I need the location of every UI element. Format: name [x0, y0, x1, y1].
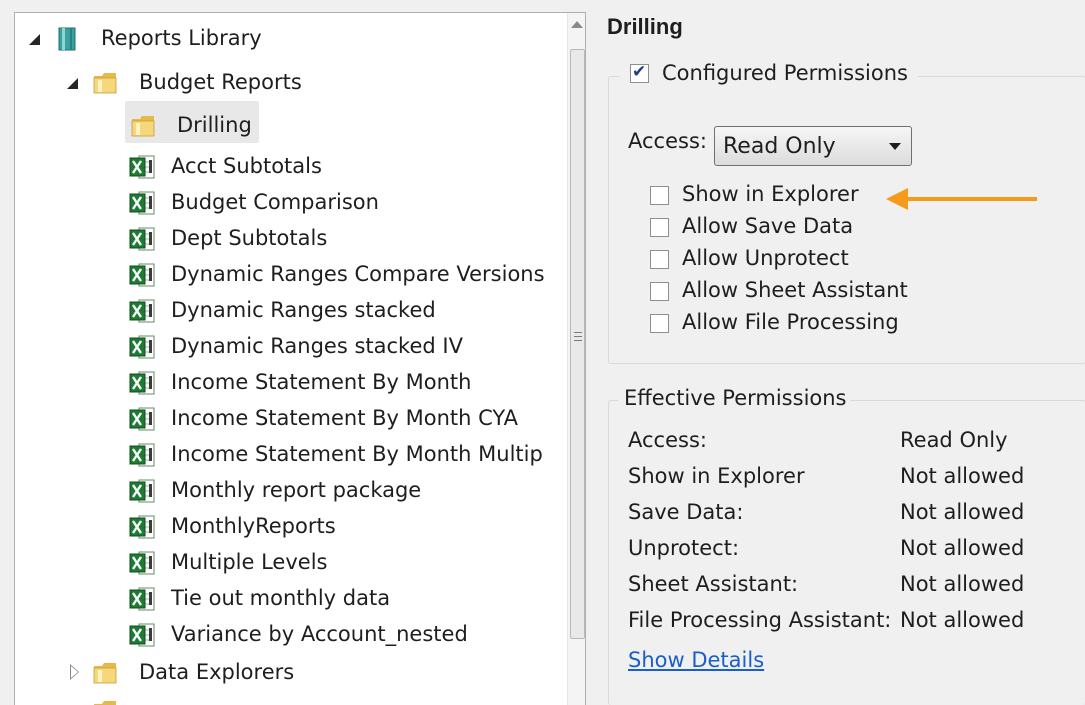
tree-node-budget-reports[interactable]: Budget Reports: [15, 67, 565, 99]
effective-permission-value: Not allowed: [900, 572, 1025, 596]
tree-node-report[interactable]: MonthlyReports: [15, 511, 565, 543]
library-book-icon: [58, 27, 76, 51]
tree-node-label: Data Explorers: [139, 660, 295, 684]
tree-node-label: Budget Comparison: [171, 190, 379, 214]
tree-node-label: Drilling: [177, 113, 252, 137]
permission-option-label: Allow File Processing: [682, 310, 899, 334]
folder-icon: [131, 116, 155, 137]
tree-node-label: Monthly report package: [171, 478, 422, 502]
effective-permission-key: Sheet Assistant:: [628, 572, 799, 596]
permission-option-label: Allow Save Data: [682, 214, 854, 238]
effective-permission-key: Save Data:: [628, 500, 744, 524]
tree-node-label: Acct Subtotals: [171, 154, 322, 178]
configured-permissions-checkbox[interactable]: [630, 62, 649, 83]
annotation-arrow-shaft: [905, 197, 1037, 201]
scroll-up-arrow-icon[interactable]: [571, 21, 583, 28]
tree-node-label: Income Statement By Month: [171, 370, 472, 394]
tree-node-report[interactable]: Tie out monthly data: [15, 583, 565, 615]
tree-node-report[interactable]: Acct Subtotals: [15, 151, 565, 183]
tree-node-report[interactable]: Variance by Account_nested: [15, 619, 565, 651]
tree-node-report[interactable]: Income Statement By Month: [15, 367, 565, 399]
annotation-arrow-icon: [886, 188, 908, 210]
tree-node-label: Dept Subtotals: [171, 226, 328, 250]
tree-node-drilling[interactable]: Drilling: [15, 110, 565, 142]
tree-node-label: Income Statement By Month Multip: [171, 442, 543, 466]
excel-workbook-icon: [129, 515, 155, 539]
excel-workbook-icon: [129, 191, 155, 215]
permission-option-checkbox[interactable]: [650, 282, 669, 301]
effective-permission-value: Read Only: [900, 428, 1008, 452]
permission-option-checkbox[interactable]: [650, 186, 669, 205]
effective-permission-key: Show in Explorer: [628, 464, 805, 488]
access-label: Access:: [628, 129, 707, 153]
excel-workbook-icon: [129, 479, 155, 503]
effective-permission-key: File Processing Assistant:: [628, 608, 892, 632]
effective-permission-key: Unprotect:: [628, 536, 740, 560]
folder-icon: [93, 663, 117, 684]
excel-workbook-icon: [129, 623, 155, 647]
collapse-triangle-icon[interactable]: [27, 32, 41, 46]
tree-node-report[interactable]: Multiple Levels: [15, 547, 565, 579]
tree-node-label: Tie out monthly data: [171, 586, 391, 610]
tree-node-report[interactable]: Dept Subtotals: [15, 223, 565, 255]
excel-workbook-icon: [129, 551, 155, 575]
tree-node-label: Dynamic Ranges stacked: [171, 298, 436, 322]
permission-option-checkbox[interactable]: [650, 314, 669, 333]
access-dropdown[interactable]: Read Only: [714, 126, 912, 166]
folder-icon: [93, 73, 117, 94]
tree-node-label: MonthlyReports: [171, 514, 336, 538]
configured-permissions-label: Configured Permissions: [662, 61, 908, 85]
permission-option-label: Allow Unprotect: [682, 246, 849, 270]
expand-triangle-icon[interactable]: [67, 664, 81, 680]
tree-node-report[interactable]: Budget Comparison: [15, 187, 565, 219]
grip-line: [574, 336, 582, 337]
tree-scrollbar[interactable]: [567, 13, 585, 705]
reports-tree-panel: Reports Library Budget Reports Drilling …: [14, 12, 586, 705]
tree-node-reports-library[interactable]: Reports Library: [15, 23, 565, 55]
excel-workbook-icon: [129, 299, 155, 323]
excel-workbook-icon: [129, 371, 155, 395]
details-title: Drilling: [607, 14, 683, 39]
tree-node-data-explorers[interactable]: Data Explorers: [15, 657, 565, 689]
effective-permission-value: Not allowed: [900, 608, 1025, 632]
access-dropdown-value: Read Only: [723, 134, 836, 159]
show-details-link[interactable]: Show Details: [628, 648, 764, 672]
tree-node-report[interactable]: Dynamic Ranges Compare Versions: [15, 259, 565, 291]
tree-node-report[interactable]: Income Statement By Month CYA: [15, 403, 565, 435]
permission-option-checkbox[interactable]: [650, 250, 669, 269]
tree-node-label: Variance by Account_nested: [171, 622, 468, 646]
tree-node-label: Multiple Levels: [171, 550, 328, 574]
excel-workbook-icon: [129, 227, 155, 251]
tree-node-label: Reports Library: [101, 26, 262, 50]
excel-workbook-icon: [129, 335, 155, 359]
excel-workbook-icon: [129, 155, 155, 179]
tree-node-label: Income Statement By Month CYA: [171, 406, 518, 430]
grip-line: [574, 332, 582, 333]
permission-option-label: Allow Sheet Assistant: [682, 278, 908, 302]
tree-node-report[interactable]: Monthly report package: [15, 475, 565, 507]
permission-option-checkbox[interactable]: [650, 218, 669, 237]
effective-permission-value: Not allowed: [900, 500, 1025, 524]
excel-workbook-icon: [129, 443, 155, 467]
excel-workbook-icon: [129, 263, 155, 287]
collapse-triangle-icon[interactable]: [65, 76, 79, 90]
tree-node-label: Budget Reports: [139, 70, 302, 94]
excel-workbook-icon: [129, 407, 155, 431]
scroll-thumb[interactable]: [570, 49, 585, 639]
effective-permission-key: Access:: [628, 428, 707, 452]
tree-node-report[interactable]: Dynamic Ranges stacked IV: [15, 331, 565, 363]
permission-option-label: Show in Explorer: [682, 182, 859, 206]
dropdown-arrow-icon: [889, 143, 901, 150]
effective-permission-value: Not allowed: [900, 464, 1025, 488]
tree-node-label: Dynamic Ranges Compare Versions: [171, 262, 545, 286]
tree-node-label: Dynamic Ranges stacked IV: [171, 334, 463, 358]
grip-line: [574, 340, 582, 341]
tree-node-report[interactable]: Income Statement By Month Multip: [15, 439, 565, 471]
effective-permission-value: Not allowed: [900, 536, 1025, 560]
tree-node-report[interactable]: Dynamic Ranges stacked: [15, 295, 565, 327]
excel-workbook-icon: [129, 587, 155, 611]
effective-permissions-label: Effective Permissions: [624, 386, 847, 410]
